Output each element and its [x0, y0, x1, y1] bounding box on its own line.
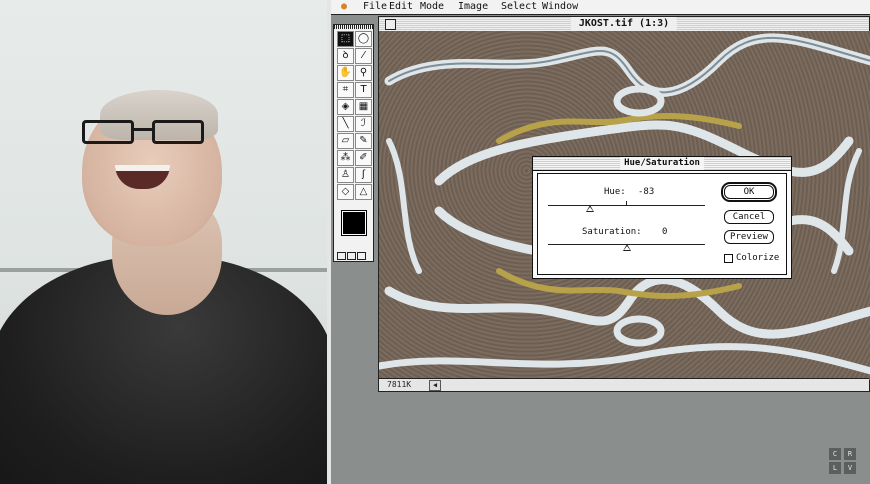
- close-box[interactable]: [385, 19, 396, 30]
- blur-icon[interactable]: ◇: [337, 184, 354, 200]
- watermark-l: L: [829, 462, 841, 474]
- colorize-label: Colorize: [736, 253, 780, 263]
- sharpen-icon[interactable]: △: [355, 184, 372, 200]
- hue-slider-thumb[interactable]: [586, 205, 595, 212]
- screen-mode-button[interactable]: [357, 252, 366, 260]
- ellipse-marquee-icon[interactable]: ◯: [355, 31, 372, 47]
- bucket-icon[interactable]: ◈: [337, 99, 354, 115]
- mac-screen: ● File Edit Mode Image Select Window ⬚ ◯ ꝺ…: [331, 0, 870, 484]
- pencil-icon[interactable]: ✎: [355, 133, 372, 149]
- zoom-icon[interactable]: ⚲: [355, 65, 372, 81]
- hue-slider-track[interactable]: [548, 205, 705, 206]
- smudge-icon[interactable]: ʃ: [355, 167, 372, 183]
- menu-window[interactable]: Window: [542, 0, 578, 14]
- eyedropper-icon[interactable]: ℐ: [355, 116, 372, 132]
- crop-icon[interactable]: ⌗: [337, 82, 354, 98]
- menu-bar: ● File Edit Mode Image Select Window: [331, 0, 870, 15]
- line-icon[interactable]: ╲: [337, 116, 354, 132]
- document-title: JKOST.tif (1:3): [570, 17, 678, 31]
- gradient-icon[interactable]: ▦: [355, 99, 372, 115]
- menu-edit[interactable]: Edit: [389, 0, 413, 14]
- hand-icon[interactable]: ✋: [337, 65, 354, 81]
- dialog-titlebar[interactable]: Hue/Saturation: [533, 157, 791, 171]
- eraser-icon[interactable]: ▱: [337, 133, 354, 149]
- webcam-feed: [0, 0, 327, 484]
- apple-icon[interactable]: ●: [341, 0, 351, 14]
- tool-palette: ⬚ ◯ ꝺ ⁄ ✋ ⚲ ⌗ T ◈ ▦ ╲ ℐ ▱ ✎ ⁂ ✐ ♙ ʃ ◇ △: [333, 24, 374, 262]
- menu-image[interactable]: Image: [458, 0, 488, 14]
- rubber-stamp-icon[interactable]: ♙: [337, 167, 354, 183]
- marquee-icon[interactable]: ⬚: [337, 31, 354, 47]
- preview-button[interactable]: Preview: [724, 230, 774, 244]
- scroll-left-arrow-icon[interactable]: ◀: [429, 380, 441, 391]
- watermark-c: C: [829, 448, 841, 460]
- document-status-bar: 7811K ◀: [379, 378, 869, 391]
- dialog-title: Hue/Saturation: [620, 157, 704, 170]
- watermark-v: V: [844, 462, 856, 474]
- dialog-body: Hue: -83 Saturation: 0 OK Cancel Preview…: [537, 173, 787, 275]
- palette-grip[interactable]: [334, 25, 373, 29]
- quickmask-mode-button[interactable]: [347, 252, 356, 260]
- saturation-label: Saturation:: [582, 227, 642, 237]
- hue-value: -83: [638, 187, 655, 197]
- hue-center-tick: [626, 201, 627, 205]
- colorize-checkbox[interactable]: [724, 254, 733, 263]
- lasso-icon[interactable]: ꝺ: [337, 48, 354, 64]
- menu-file[interactable]: File: [363, 0, 387, 14]
- hue-label: Hue:: [604, 187, 626, 197]
- menu-select[interactable]: Select: [501, 0, 537, 14]
- standard-mode-button[interactable]: [337, 252, 346, 260]
- airbrush-icon[interactable]: ⁂: [337, 150, 354, 166]
- saturation-slider-thumb[interactable]: [622, 244, 631, 251]
- foreground-color-swatch[interactable]: [341, 210, 367, 236]
- document-titlebar[interactable]: JKOST.tif (1:3): [379, 17, 869, 32]
- person-glasses: [80, 118, 208, 146]
- magic-wand-icon[interactable]: ⁄: [355, 48, 372, 64]
- ok-button[interactable]: OK: [721, 182, 777, 202]
- mode-buttons: [337, 247, 371, 260]
- cancel-button[interactable]: Cancel: [724, 210, 774, 224]
- watermark-r: R: [844, 448, 856, 460]
- hue-saturation-dialog: Hue/Saturation Hue: -83 Saturation: 0 OK…: [532, 156, 792, 279]
- menu-mode[interactable]: Mode: [420, 0, 444, 14]
- paintbrush-icon[interactable]: ✐: [355, 150, 372, 166]
- type-icon[interactable]: T: [355, 82, 372, 98]
- saturation-value: 0: [662, 227, 668, 237]
- memory-indicator: 7811K: [387, 380, 412, 389]
